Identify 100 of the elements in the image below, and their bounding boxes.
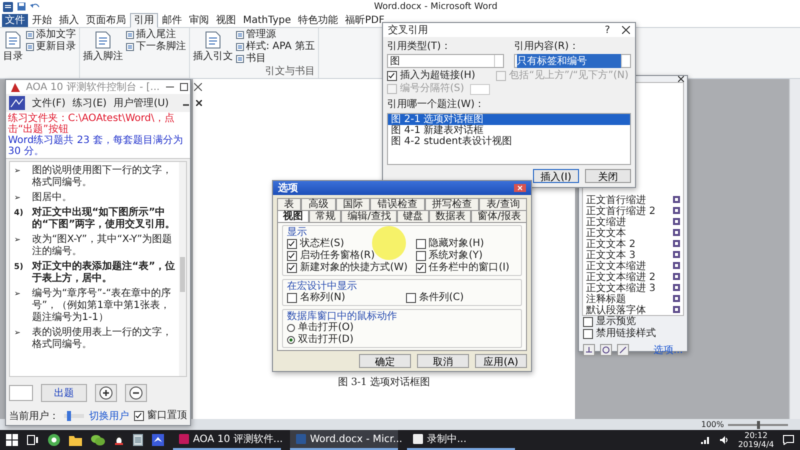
ribbon-tab[interactable]: 福昕PDF	[342, 14, 388, 26]
task-view-icon[interactable]	[27, 435, 39, 445]
options-tab[interactable]: 错误检查	[370, 198, 425, 210]
close-button[interactable]: 关闭	[585, 169, 631, 183]
options-tab[interactable]: 键盘	[396, 210, 430, 222]
style-item[interactable]: 正文文本缩进 2	[583, 271, 683, 282]
style-item[interactable]: 默认段落字体	[583, 304, 683, 315]
taskbar-button[interactable]: 录制中...	[407, 430, 515, 450]
menu-item[interactable]: 用户管理(U)	[114, 96, 169, 110]
notification-icon[interactable]	[783, 435, 794, 445]
chat-bubbles-icon[interactable]	[91, 434, 105, 446]
checkbox[interactable]	[406, 293, 416, 303]
folder-icon[interactable]	[69, 434, 82, 446]
style-item[interactable]: 正文文本 2	[583, 238, 683, 249]
checkbox[interactable]	[416, 251, 426, 261]
ribbon-button[interactable]: 插入引文	[193, 51, 233, 62]
close-icon[interactable]	[194, 83, 202, 91]
checkbox[interactable]	[287, 263, 297, 273]
ribbon-button[interactable]: 下一条脚注	[136, 41, 186, 52]
ribbon-button[interactable]: 插入脚注	[83, 51, 123, 62]
volume-icon[interactable]	[719, 435, 730, 445]
style-item[interactable]: 正文缩进	[583, 216, 683, 227]
checkbox[interactable]	[583, 329, 593, 339]
help-button[interactable]: ?	[598, 24, 616, 36]
save-icon[interactable]	[17, 2, 26, 11]
options-tab[interactable]: 常规	[309, 210, 342, 222]
ribbon-tab[interactable]: 审阅	[186, 14, 212, 26]
generate-button[interactable]: 出题	[41, 384, 87, 402]
ribbon-button[interactable]: 更新目录	[36, 41, 76, 52]
style-item[interactable]: 正文文本	[583, 227, 683, 238]
notepad-icon[interactable]	[133, 434, 143, 446]
ribbon-button[interactable]: 书目	[246, 53, 266, 64]
style-item[interactable]: 正文首行缩进	[583, 194, 683, 205]
close-icon[interactable]	[622, 26, 630, 34]
scrollbar[interactable]	[179, 162, 186, 376]
ribbon-tab[interactable]: MathType	[240, 14, 294, 26]
menu-item[interactable]: 练习(E)	[72, 96, 107, 110]
reference-type-dropdown[interactable]: 图	[387, 54, 504, 68]
menu-item[interactable]: 文件(F)	[32, 96, 66, 110]
options-tab[interactable]: 表/查询	[479, 198, 527, 210]
checkbox[interactable]	[416, 239, 426, 249]
network-icon[interactable]	[700, 435, 710, 445]
cancel-button[interactable]: 取消	[417, 354, 469, 368]
options-tab[interactable]: 窗体/报表	[471, 210, 527, 222]
checkbox[interactable]	[287, 293, 297, 303]
options-tab[interactable]: 编辑/查找	[341, 210, 397, 222]
scrollbar[interactable]	[789, 79, 800, 419]
ribbon-button[interactable]: 插入尾注	[136, 29, 176, 40]
switch-user-link[interactable]: 切换用户	[89, 409, 129, 423]
style-item[interactable]: 正文文本缩进 3	[583, 282, 683, 293]
close-icon[interactable]	[678, 76, 684, 82]
options-tab[interactable]: 数据表	[429, 210, 472, 222]
checkbox[interactable]	[583, 317, 593, 327]
ribbon-button[interactable]: 管理源	[246, 29, 276, 40]
checkbox[interactable]	[287, 239, 297, 249]
options-tab[interactable]: 国际	[336, 198, 370, 210]
ribbon-button[interactable]: 样式: APA 第五	[246, 41, 315, 52]
ribbon-tab[interactable]: 特色功能	[294, 14, 341, 26]
ribbon-tab[interactable]: 插入	[56, 14, 82, 26]
zoom-in-button[interactable]	[95, 384, 117, 402]
maximize-icon[interactable]	[180, 83, 188, 91]
ribbon-button[interactable]: 添加文字	[36, 29, 76, 40]
caption-list[interactable]: 图 2-1 选项对话框图 图 4-1 新建表对话框 图 4-2 student表设计视图	[387, 113, 631, 165]
checkbox[interactable]	[134, 411, 144, 421]
style-item[interactable]: 注释标题	[583, 293, 683, 304]
options-tab[interactable]: 拼写检查	[424, 198, 480, 210]
ribbon-tab[interactable]: 引用	[130, 12, 158, 28]
radio-button[interactable]	[287, 324, 295, 332]
slider-thumb[interactable]	[67, 411, 71, 421]
caption-list-item[interactable]: 图 4-2 student表设计视图	[388, 136, 630, 147]
ribbon-tab[interactable]: 视图	[213, 14, 239, 26]
options-link[interactable]: 选项...	[653, 343, 683, 357]
apply-button[interactable]: 应用(A)	[475, 354, 527, 368]
options-tab[interactable]: 表	[277, 198, 302, 210]
style-item[interactable]: 正文文本 3	[583, 249, 683, 260]
ribbon-button[interactable]: 目录	[3, 51, 23, 62]
caption-list-item[interactable]: 图 4-1 新建表对话框	[388, 125, 630, 136]
ok-button[interactable]: 确定	[359, 354, 411, 368]
options-tab[interactable]: 高级	[301, 198, 336, 210]
checkbox[interactable]	[416, 263, 426, 273]
separator-field[interactable]	[470, 84, 490, 94]
close-icon[interactable]	[196, 100, 202, 106]
zoom-out-button[interactable]	[125, 384, 147, 402]
checkbox[interactable]	[387, 71, 397, 81]
circle-icon[interactable]	[48, 434, 60, 446]
ribbon-tab[interactable]: 页面布局	[83, 14, 129, 26]
checkbox[interactable]	[287, 251, 297, 261]
style-item[interactable]: 正文首行缩进 2	[583, 205, 683, 216]
caption-list-item[interactable]: 图 2-1 选项对话框图	[388, 114, 630, 125]
insert-button[interactable]: 插入(I)	[533, 169, 579, 183]
ribbon-tab[interactable]: 文件	[2, 14, 28, 26]
ribbon-tab[interactable]: 开始	[29, 14, 55, 26]
ribbon-tab[interactable]: 邮件	[159, 14, 185, 26]
windows-start-icon[interactable]	[6, 434, 18, 446]
taskbar-button[interactable]: AOA 10 评测软件...	[173, 430, 281, 450]
zoom-slider-thumb[interactable]	[757, 420, 760, 428]
style-item[interactable]: 正文文本缩进	[583, 260, 683, 271]
radio-button[interactable]	[287, 336, 295, 344]
options-tab[interactable]: 视图	[277, 210, 310, 222]
reference-content-dropdown[interactable]: 只有标签和编号	[514, 54, 631, 68]
